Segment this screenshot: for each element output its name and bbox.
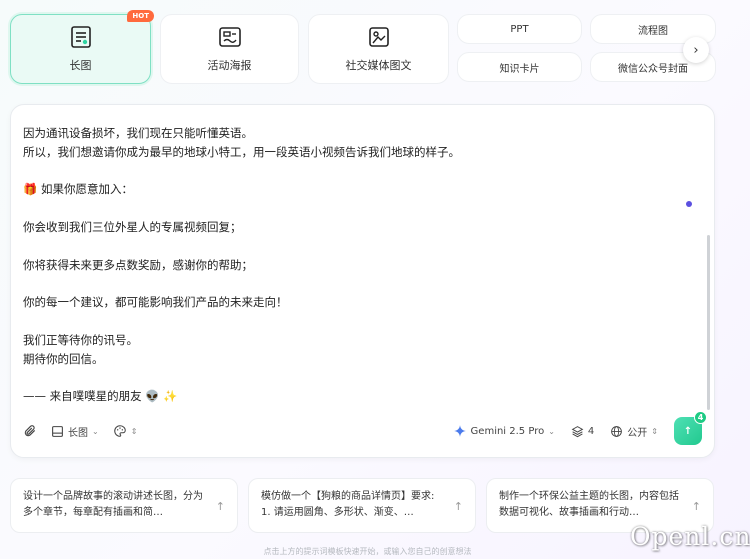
gemini-icon	[453, 425, 466, 437]
count-select[interactable]: 4	[571, 425, 594, 438]
send-button[interactable]: ↑ 4	[674, 411, 707, 445]
suggestion-card[interactable]: 模仿做一个【狗粮的商品详情页】要求: 1. 请运用圆角、多形状、渐变、… ↑	[248, 478, 476, 533]
template-card-label: 微信公众号封面	[618, 63, 688, 75]
layers-icon	[571, 425, 584, 437]
watermark: Openl.cn	[630, 522, 750, 551]
prompt-line	[23, 274, 683, 293]
format-select[interactable]: 长图 ⌄	[51, 424, 99, 439]
arrow-up-icon: ↑	[691, 500, 701, 513]
model-select[interactable]: Gemini 2.5 Pro ⌄	[453, 424, 555, 438]
palette-icon	[114, 425, 126, 437]
prompt-line	[23, 312, 683, 331]
prompt-line: 所以，我们想邀请你成为最早的地球小特工，用一段英语小视频告诉我们地球的样子。	[23, 144, 460, 159]
chevron-updown-icon: ⇕	[651, 426, 658, 436]
template-card-social-media[interactable]: 社交媒体图文	[308, 14, 449, 84]
suggestion-text: 制作一个环保公益主题的长图，内容包括数据可视化、故事插画和行动…	[499, 491, 679, 518]
prompt-editor[interactable]: 因为通讯设备损坏，我们现在只能听懂英语。 所以，我们想邀请你成为最早的地球小特工…	[10, 104, 715, 458]
prompt-line: 期待你的回信。	[23, 351, 104, 366]
suggestion-card[interactable]: 设计一个品牌故事的滚动讲述长图，分为多个章节，每章配有插画和简… ↑	[10, 478, 238, 533]
prompt-line: 我们正等待你的讯号。	[23, 332, 138, 347]
chevron-down-icon: ⌄	[92, 426, 99, 436]
prompt-line: 你会收到我们三位外星人的专属视频回复；	[23, 219, 242, 234]
prompt-line: 你的每一个建议，都可能影响我们产品的未来走向！	[23, 295, 288, 310]
template-card-ppt[interactable]: PPT	[457, 14, 582, 44]
chevron-right-icon: ›	[693, 42, 699, 58]
poster-icon	[218, 27, 241, 47]
template-card-long-image[interactable]: HOT 长图	[10, 10, 154, 84]
chevron-down-icon: ⌄	[548, 426, 555, 436]
template-card-label: 长图	[69, 59, 92, 72]
editor-scrollbar[interactable]	[707, 235, 710, 410]
count-label: 4	[587, 425, 595, 437]
hot-badge: HOT	[127, 10, 154, 22]
format-label: 长图	[68, 427, 88, 439]
visibility-select[interactable]: 公开 ⇕	[610, 424, 658, 439]
image-format-icon	[52, 425, 63, 437]
template-card-label: 知识卡片	[499, 63, 540, 75]
visibility-label: 公开	[627, 427, 648, 439]
paperclip-icon	[24, 425, 36, 437]
editor-toolbar: 长图 ⌄ ⇕ Gemini 2.5 Pro ⌄ 4 公开 ⇕ ↑ 4	[23, 411, 707, 445]
status-dot	[686, 201, 692, 207]
suggestion-text: 设计一个品牌故事的滚动讲述长图，分为多个章节，每章配有插画和简…	[23, 491, 203, 518]
chevron-updown-icon: ⇕	[130, 426, 138, 436]
style-select[interactable]: ⇕	[113, 424, 138, 438]
hint-text: 点击上方的提示词模板快速开始，或输入您自己的创意想法	[263, 547, 472, 556]
template-card-label: 社交媒体图文	[345, 59, 412, 72]
attach-button[interactable]	[23, 424, 37, 438]
suggestion-list: 设计一个品牌故事的滚动讲述长图，分为多个章节，每章配有插画和简… ↑ 模仿做一个…	[10, 478, 715, 533]
template-card-label: 流程图	[638, 25, 668, 37]
next-templates-button[interactable]: ›	[683, 37, 709, 63]
prompt-line: 🎁 如果你愿意加入：	[23, 182, 133, 197]
prompt-line	[23, 199, 683, 218]
arrow-up-icon: ↑	[683, 425, 693, 437]
arrow-up-icon: ↑	[453, 500, 463, 513]
prompt-line: —— 来自噗噗星的朋友 👽 ✨	[23, 389, 178, 404]
prompt-text[interactable]: 因为通讯设备损坏，我们现在只能听懂英语。 所以，我们想邀请你成为最早的地球小特工…	[23, 124, 683, 406]
template-card-poster[interactable]: 活动海报	[160, 14, 299, 84]
template-card-knowledge-card[interactable]: 知识卡片	[457, 52, 582, 82]
model-label: Gemini 2.5 Pro	[470, 425, 545, 437]
template-card-label: PPT	[510, 23, 529, 35]
prompt-line	[23, 237, 683, 256]
long-image-icon	[70, 26, 91, 48]
arrow-up-icon: ↑	[215, 500, 225, 513]
globe-icon	[611, 425, 623, 437]
template-cards: HOT 长图 活动海报 社交媒体图文 PPT 流程图 知识卡片 微信公众号封面	[10, 10, 720, 86]
prompt-line	[23, 162, 683, 181]
suggestion-text: 模仿做一个【狗粮的商品详情页】要求: 1. 请运用圆角、多形状、渐变、…	[261, 491, 435, 518]
social-media-icon	[368, 27, 389, 47]
template-card-label: 活动海报	[207, 59, 252, 72]
prompt-line: 你将获得未来更多点数奖励，感谢你的帮助；	[23, 257, 253, 272]
send-badge: 4	[694, 411, 707, 424]
prompt-line: 因为通讯设备损坏，我们现在只能听懂英语。	[23, 126, 253, 140]
prompt-line	[23, 368, 683, 387]
